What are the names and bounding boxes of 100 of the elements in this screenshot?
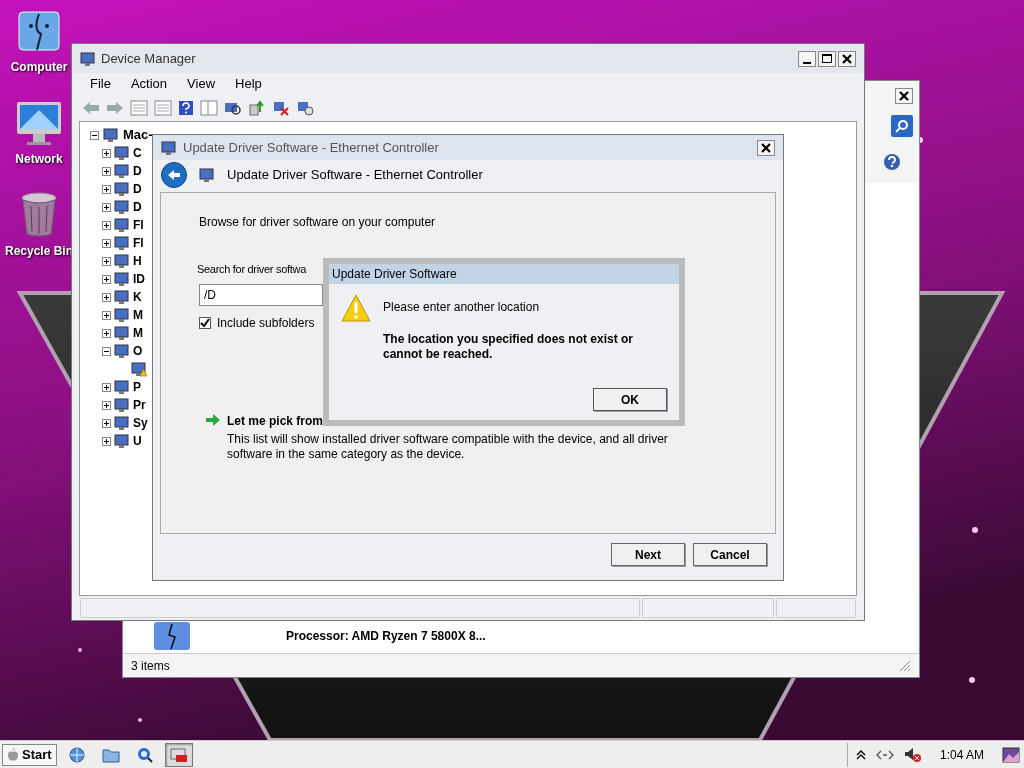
tree-item[interactable]: Sy [133, 414, 148, 432]
device-icon [114, 397, 130, 413]
minimize-button[interactable] [798, 50, 816, 67]
search-icon [895, 119, 909, 133]
menu-item[interactable]: Action [130, 74, 168, 94]
device-icon [103, 127, 119, 143]
desktop-icon-label[interactable]: Network [15, 150, 63, 168]
tree-item[interactable]: Fl [133, 216, 144, 234]
item-detail: Processor: AMD Ryzen 7 5800X 8... [286, 628, 486, 645]
tree-item[interactable]: D [133, 180, 142, 198]
scan-icon[interactable] [224, 100, 242, 116]
folder-icon [101, 746, 120, 763]
expand-icon[interactable] [102, 256, 111, 266]
tree-item[interactable]: P [133, 378, 141, 396]
tree-item[interactable]: O [133, 342, 143, 360]
update-driver-icon[interactable] [248, 100, 266, 116]
tree-item[interactable]: K [133, 288, 142, 306]
dialog-button[interactable]: Next [611, 543, 685, 566]
device-icon [114, 325, 130, 341]
expand-icon[interactable] [102, 436, 111, 446]
device-icon [199, 167, 215, 183]
tree-item[interactable]: Pr [133, 396, 146, 414]
checkbox-label: Include subfolders [217, 314, 315, 332]
device-icon [114, 415, 130, 431]
expand-icon[interactable] [102, 328, 111, 338]
expand-icon[interactable] [102, 166, 111, 176]
enable-device-icon[interactable] [296, 100, 314, 116]
path-field[interactable]: /D [199, 283, 323, 306]
tree-item[interactable]: D [133, 162, 142, 180]
close-button[interactable] [757, 139, 775, 156]
apple-icon [7, 747, 19, 762]
resize-grip-icon[interactable] [899, 659, 911, 672]
tree-item[interactable]: H [133, 252, 142, 270]
expand-icon[interactable] [102, 418, 111, 428]
close-button[interactable] [838, 50, 856, 67]
device-icon [114, 181, 130, 197]
network-arrows-icon[interactable] [875, 749, 894, 760]
heading-text: Browse for driver software on your computer [199, 214, 437, 231]
status-text: 3 items [131, 657, 170, 675]
expand-icon[interactable] [102, 220, 111, 230]
chevron-up-icon[interactable] [855, 749, 866, 760]
collapse-icon[interactable] [90, 130, 99, 140]
device-icon [114, 307, 130, 323]
menu-item[interactable]: View [187, 74, 216, 94]
back-button[interactable] [161, 162, 187, 188]
uninstall-icon[interactable] [272, 100, 290, 116]
device-icon [114, 145, 130, 161]
tree-item[interactable]: M [133, 306, 143, 324]
monitor-icon [15, 100, 63, 146]
device-icon [114, 433, 130, 449]
expand-icon[interactable] [102, 310, 111, 320]
warning-device-icon [131, 361, 147, 377]
computer-icon [153, 621, 191, 651]
expand-icon[interactable] [102, 400, 111, 410]
computer-icon [17, 10, 61, 54]
search-button[interactable] [891, 115, 913, 137]
window-title: Device Manager [101, 49, 196, 68]
help-icon[interactable] [178, 100, 194, 116]
help-icon[interactable] [883, 153, 901, 171]
start-button[interactable]: Start [2, 743, 57, 766]
ok-button[interactable]: OK [593, 388, 667, 411]
collapse-icon[interactable] [102, 346, 111, 356]
toolbox-icon [169, 746, 188, 763]
device-icon [114, 379, 130, 395]
image-icon[interactable] [1002, 746, 1020, 763]
muted-speaker-icon[interactable] [903, 746, 922, 763]
expand-icon[interactable] [102, 292, 111, 302]
option-description: This list will show installed driver software compatible with the device, and all driver software in the same category as the device. [227, 431, 669, 462]
warning-icon [341, 294, 371, 322]
expand-icon[interactable] [102, 238, 111, 248]
maximize-button[interactable] [818, 50, 836, 67]
dialog-button[interactable]: Cancel [693, 543, 767, 566]
expand-icon[interactable] [102, 202, 111, 212]
device-icon [161, 139, 177, 156]
device-icon [80, 50, 96, 67]
menu-item[interactable]: File [90, 74, 111, 94]
checkbox[interactable] [199, 316, 211, 329]
clock[interactable]: 1:04 AM [939, 745, 984, 764]
tree-item[interactable]: C [133, 144, 142, 162]
desktop-icon-label[interactable]: Computer [10, 58, 68, 76]
tree-item[interactable]: M [133, 324, 143, 342]
expand-icon[interactable] [102, 382, 111, 392]
quick-launch-button[interactable] [164, 742, 193, 767]
device-icon [114, 217, 130, 233]
tree-item[interactable]: Mac- [123, 125, 153, 145]
expand-icon[interactable] [102, 184, 111, 194]
tree-item[interactable]: D [133, 198, 142, 216]
device-icon [114, 199, 130, 215]
alert-title: Update Driver Software [332, 266, 457, 283]
tree-item[interactable]: Fl [133, 234, 144, 252]
expand-icon[interactable] [102, 274, 111, 284]
close-button[interactable] [895, 88, 913, 104]
tree-item[interactable]: U [133, 432, 142, 450]
tree-item[interactable]: ID [133, 270, 145, 288]
expand-icon[interactable] [102, 148, 111, 158]
search-icon [136, 746, 153, 763]
left-arrow-icon [167, 169, 181, 181]
device-icon [114, 289, 130, 305]
menu-item[interactable]: Help [235, 74, 262, 94]
wizard-header: Update Driver Software - Ethernet Controller [227, 166, 483, 185]
